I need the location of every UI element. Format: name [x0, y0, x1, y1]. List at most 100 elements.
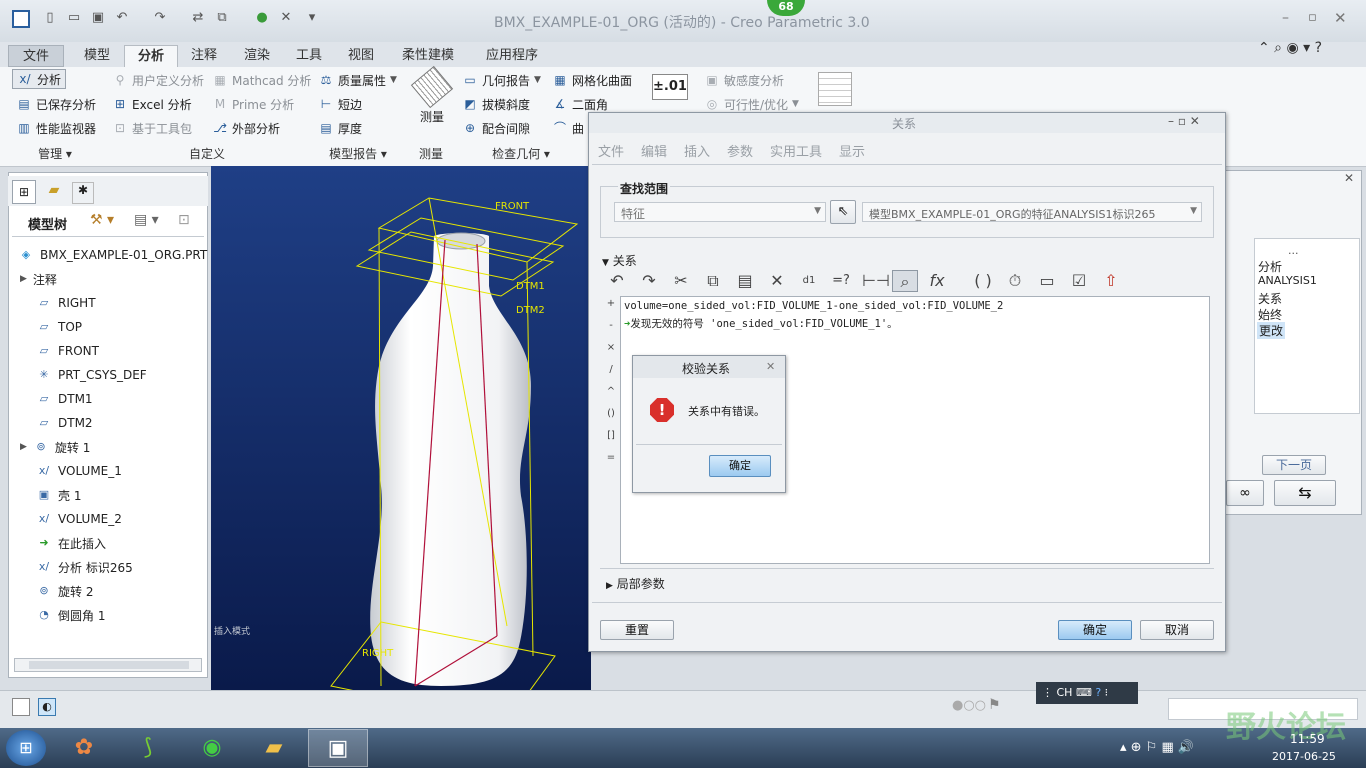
- brackets-icon[interactable]: ( ): [972, 270, 994, 292]
- tree-item-csys[interactable]: ✳ PRT_CSYS_DEF: [36, 364, 146, 386]
- tray-icons[interactable]: ▴ ⊕ ⚐ ▦ 🔊: [1120, 740, 1194, 755]
- tree-root[interactable]: ◈ BMX_EXAMPLE-01_ORG.PRT: [18, 244, 207, 266]
- user-defined-analysis-button[interactable]: ⚲ 用户定义分析: [112, 70, 204, 90]
- group-model-report[interactable]: 模型报告 ▾: [310, 143, 406, 165]
- tree-columns-icon[interactable]: ▤ ▾: [134, 212, 159, 228]
- check-icon[interactable]: ☑: [1068, 270, 1090, 292]
- design-study-icon[interactable]: [818, 72, 852, 106]
- bg-panel-item[interactable]: ANALYSIS1: [1258, 274, 1317, 287]
- dimension-icon[interactable]: ⊢⊣: [862, 270, 890, 292]
- measure-tool-icon[interactable]: ⌕: [892, 270, 918, 292]
- close-window-icon[interactable]: ✕: [278, 10, 294, 26]
- tree-item-dtm2[interactable]: ▱ DTM2: [36, 412, 93, 434]
- op-multiply[interactable]: ×: [605, 342, 617, 353]
- short-edge-button[interactable]: ⊢ 短边: [318, 94, 362, 114]
- tab-apps[interactable]: 应用程序: [474, 45, 550, 67]
- tree-item-shell1[interactable]: ▣ 壳 1: [36, 484, 82, 506]
- regenerate-icon[interactable]: ⇄: [190, 10, 206, 26]
- close-button[interactable]: ✕: [1334, 9, 1347, 27]
- tree-item-dtm1[interactable]: ▱ DTM1: [36, 388, 93, 410]
- ok-button[interactable]: 确定: [1058, 620, 1132, 640]
- customize-icon[interactable]: ▾: [304, 10, 320, 26]
- toggle-navigator-icon[interactable]: [12, 698, 30, 716]
- dialog-menu-parameters[interactable]: 参数: [727, 141, 753, 160]
- copy-icon[interactable]: ⧉: [702, 270, 724, 292]
- lookup-value-select[interactable]: 模型BMX_EXAMPLE-01_ORG的特征ANALYSIS1标识265 ▼: [862, 202, 1202, 222]
- sort-icon[interactable]: ▭: [1036, 270, 1058, 292]
- cancel-button[interactable]: 取消: [1140, 620, 1214, 640]
- dialog-menu-insert[interactable]: 插入: [684, 141, 710, 160]
- prime-analysis-button[interactable]: M Prime 分析: [212, 94, 294, 114]
- model-tree-tab-icon[interactable]: ⊞: [12, 180, 36, 204]
- tab-analysis[interactable]: 分析: [124, 45, 178, 67]
- taskbar-app-3[interactable]: ◉: [182, 729, 242, 767]
- relations-section-toggle[interactable]: ▼ 关系: [602, 252, 637, 269]
- undo-icon[interactable]: ↶: [114, 10, 130, 26]
- tree-item-top[interactable]: ▱ TOP: [36, 316, 82, 338]
- delete-icon[interactable]: ✕: [766, 270, 788, 292]
- mass-properties-button[interactable]: ⚖ 质量属性 ▼: [318, 70, 397, 90]
- taskbar-creo[interactable]: ▣: [308, 729, 368, 767]
- dialog-window-controls[interactable]: – ▫ ✕: [1168, 114, 1200, 128]
- feasibility-button[interactable]: ◎ 可行性/优化 ▼: [704, 94, 799, 114]
- mathcad-analysis-button[interactable]: ▦ Mathcad 分析: [212, 70, 311, 90]
- sensitivity-button[interactable]: ▣ 敏感度分析: [704, 70, 784, 90]
- next-page-button[interactable]: 下一页: [1262, 455, 1326, 475]
- window-icon[interactable]: ⧉: [214, 10, 230, 26]
- group-inspect-geometry[interactable]: 检查几何 ▾: [456, 143, 586, 165]
- reset-button[interactable]: 重置: [600, 620, 674, 640]
- op-power[interactable]: ^: [605, 386, 617, 397]
- paste-icon[interactable]: ▤: [734, 270, 756, 292]
- sphere-icon[interactable]: ●: [254, 10, 270, 26]
- dialog-menu-edit[interactable]: 编辑: [641, 141, 667, 160]
- tolerance-button[interactable]: ±.01: [652, 74, 688, 100]
- taskbar-app-2[interactable]: ⟆: [118, 729, 178, 767]
- export-icon[interactable]: ⇧: [1100, 270, 1122, 292]
- bg-panel-item[interactable]: 分析: [1258, 258, 1282, 275]
- tree-item-revolve1[interactable]: ▶ ⊚ 旋转 1: [20, 436, 90, 458]
- search-help-icons[interactable]: ⌃ ⌕ ◉ ▾ ?: [1258, 40, 1322, 56]
- tab-render[interactable]: 渲染: [232, 45, 282, 67]
- performance-monitor-button[interactable]: ▥ 性能监视器: [16, 118, 96, 138]
- local-params-toggle[interactable]: ▶ 局部参数: [606, 575, 665, 592]
- bg-panel-item[interactable]: 始终: [1258, 306, 1282, 323]
- tree-item-volume1[interactable]: x/VOLUME_1: [36, 460, 122, 482]
- flag-icon[interactable]: ⚑: [988, 697, 1001, 713]
- folder-tab-icon[interactable]: ▰: [42, 182, 66, 204]
- bg-panel-close-icon[interactable]: ✕: [1344, 171, 1354, 185]
- minimize-button[interactable]: –: [1282, 10, 1289, 26]
- group-manage[interactable]: 管理 ▾: [10, 143, 100, 165]
- excel-analysis-button[interactable]: ⊞ Excel 分析: [112, 94, 192, 114]
- op-parens[interactable]: (): [605, 408, 617, 419]
- dialog-menu-file[interactable]: 文件: [598, 141, 624, 160]
- redo-icon[interactable]: ↷: [152, 10, 168, 26]
- glasses-button[interactable]: ∞: [1226, 480, 1264, 506]
- mesh-surface-button[interactable]: ▦ 网格化曲面: [552, 70, 632, 90]
- maximize-button[interactable]: ▫: [1308, 10, 1317, 25]
- browser-icon[interactable]: ◐: [38, 698, 56, 716]
- thickness-button[interactable]: ▤ 厚度: [318, 118, 362, 138]
- toolkit-analysis-button[interactable]: ⊡ 基于工具包: [112, 118, 192, 138]
- tree-item-revolve2[interactable]: ⊚ 旋转 2: [36, 580, 93, 602]
- op-divide[interactable]: /: [605, 364, 617, 375]
- lookup-type-select[interactable]: 特征 ▼: [614, 202, 826, 222]
- verify-ok-button[interactable]: 确定: [709, 455, 771, 477]
- tab-flexible[interactable]: 柔性建模: [390, 45, 466, 67]
- redo-icon[interactable]: ↷: [638, 270, 660, 292]
- tree-horizontal-scrollbar[interactable]: [14, 658, 202, 672]
- external-analysis-button[interactable]: ⎇ 外部分析: [212, 118, 280, 138]
- op-brackets[interactable]: []: [605, 430, 617, 441]
- tab-annotate[interactable]: 注释: [178, 45, 230, 67]
- tree-item-annotations[interactable]: ▶ 注释: [20, 268, 57, 290]
- bg-panel-item-selected[interactable]: 更改: [1257, 322, 1286, 339]
- tab-model[interactable]: 模型: [70, 45, 124, 67]
- app-icon[interactable]: [12, 10, 30, 28]
- favorites-tab-icon[interactable]: ✱: [72, 182, 94, 204]
- bottle-model[interactable]: [211, 166, 591, 690]
- new-icon[interactable]: ▯: [42, 10, 58, 26]
- draft-button[interactable]: ◩ 拔模斜度: [462, 94, 530, 114]
- start-button[interactable]: ⊞: [6, 730, 46, 766]
- op-plus[interactable]: +: [605, 298, 617, 309]
- tab-tools[interactable]: 工具: [284, 45, 334, 67]
- curve-button[interactable]: ⌒ 曲: [552, 118, 584, 138]
